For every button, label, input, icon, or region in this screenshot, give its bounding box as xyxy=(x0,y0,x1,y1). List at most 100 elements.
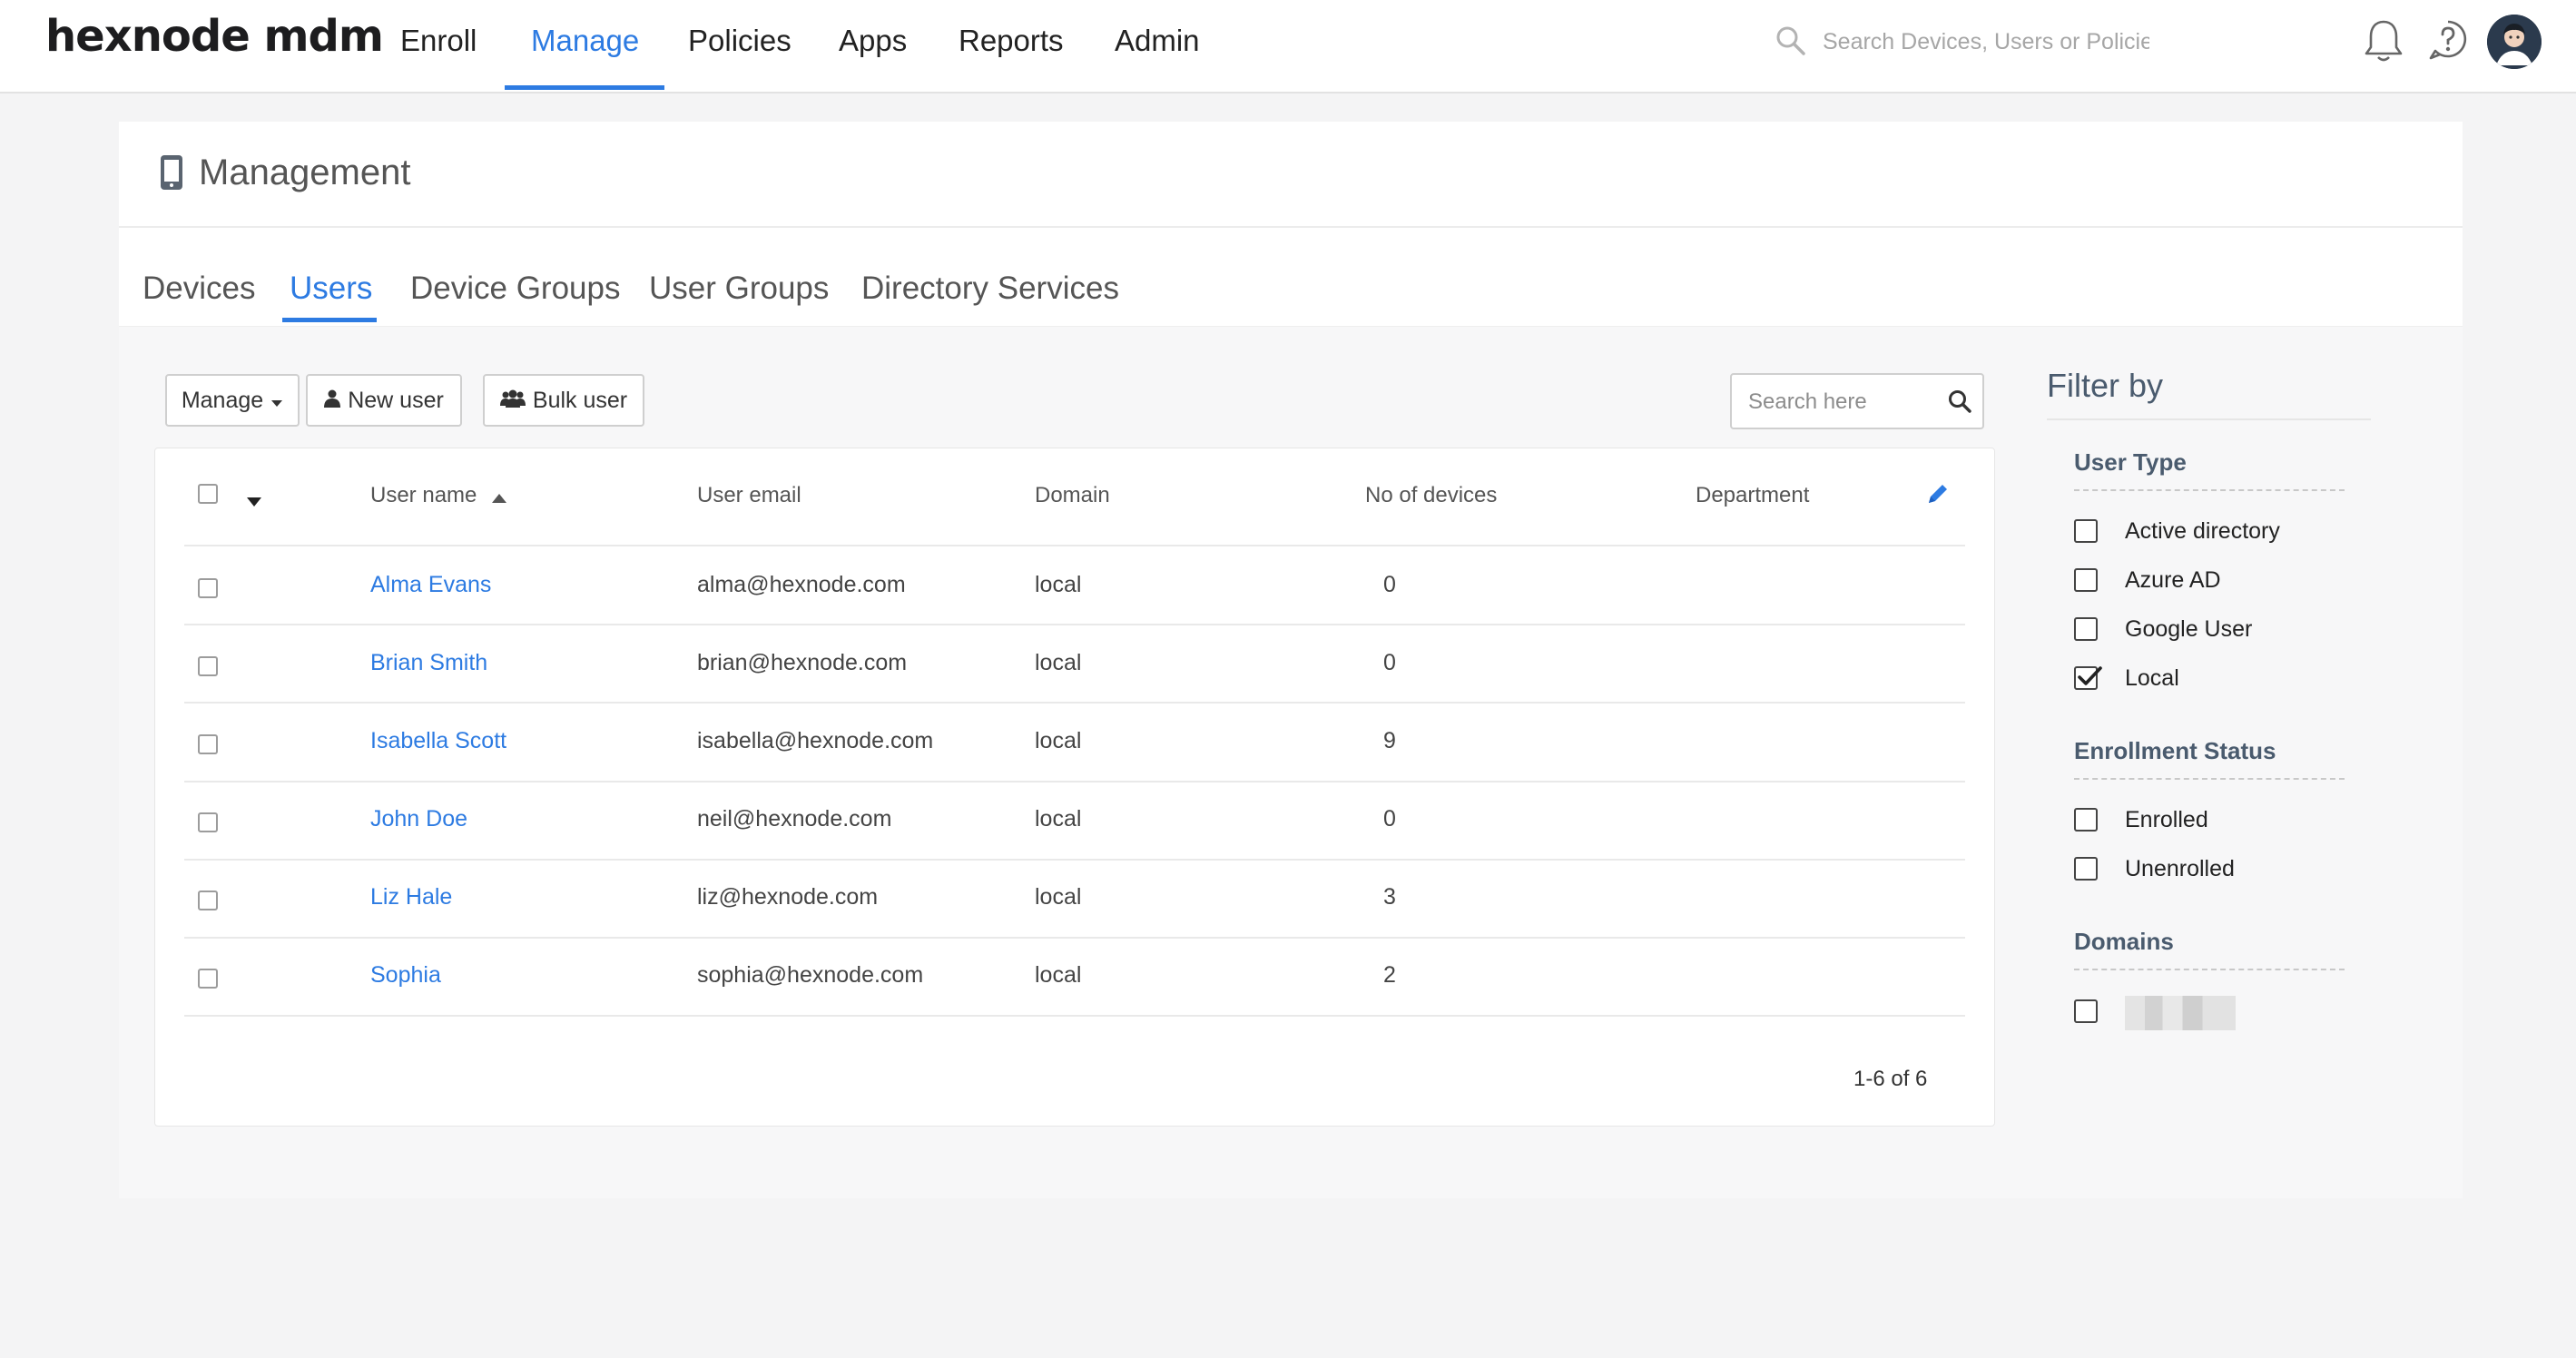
bell-icon[interactable] xyxy=(2364,18,2404,68)
column-header-user-email: User email xyxy=(697,483,801,507)
domain-cell: local xyxy=(1035,728,1082,753)
search-icon xyxy=(1775,25,1806,61)
device-count-cell: 3 xyxy=(1383,884,1396,910)
mobile-phone-icon xyxy=(159,154,184,195)
pagination-summary: 1-6 of 6 xyxy=(1853,1067,1928,1091)
device-count-cell: 9 xyxy=(1383,728,1396,753)
bulk-user-label: Bulk user xyxy=(532,387,628,413)
nav-enroll[interactable]: Enroll xyxy=(400,24,477,58)
domain-cell: local xyxy=(1035,962,1082,988)
caret-down-icon xyxy=(270,388,283,414)
user-name-link[interactable]: Liz Hale xyxy=(370,884,452,910)
hexnode-logo[interactable]: hexnode mdm xyxy=(45,11,384,62)
filter-label-unenrolled[interactable]: Unenrolled xyxy=(2125,856,2235,882)
tab-devices[interactable]: Devices xyxy=(143,271,255,307)
tab-device-groups[interactable]: Device Groups xyxy=(410,271,620,307)
active-nav-indicator xyxy=(505,85,664,90)
filter-section-enrollment-status: Enrollment Status xyxy=(2074,737,2276,764)
filter-title: Filter by xyxy=(2047,367,2164,404)
filter-section-divider xyxy=(2074,489,2345,491)
nav-admin[interactable]: Admin xyxy=(1115,24,1200,58)
management-header: Management Devices Users Device Groups U… xyxy=(119,122,2463,327)
header-divider xyxy=(119,226,2463,228)
top-navigation-bar: hexnode mdm Enroll Manage Policies Apps … xyxy=(0,0,2576,93)
row-checkbox[interactable] xyxy=(198,734,218,754)
filter-checkbox-azure-ad[interactable] xyxy=(2074,568,2098,592)
filter-section-divider xyxy=(2074,969,2345,970)
row-divider-line xyxy=(184,937,1965,939)
filter-section-domains: Domains xyxy=(2074,928,2174,955)
column-header-department: Department xyxy=(1696,483,1810,507)
nav-policies[interactable]: Policies xyxy=(688,24,791,58)
device-count-cell: 0 xyxy=(1383,806,1396,832)
new-user-label: New user xyxy=(348,387,444,413)
bulk-select-caret-icon[interactable] xyxy=(247,495,261,511)
filter-label-google-user[interactable]: Google User xyxy=(2125,616,2252,643)
filter-title-divider xyxy=(2047,418,2371,420)
domain-cell: local xyxy=(1035,572,1082,597)
user-name-link[interactable]: Alma Evans xyxy=(370,572,491,598)
tab-directory-services[interactable]: Directory Services xyxy=(861,271,1119,307)
help-icon[interactable] xyxy=(2427,18,2469,68)
user-email-cell: neil@hexnode.com xyxy=(697,806,892,832)
user-email-cell: brian@hexnode.com xyxy=(697,650,908,675)
row-checkbox[interactable] xyxy=(198,578,218,598)
user-name-header-label: User name xyxy=(370,483,477,507)
filter-section-user-type: User Type xyxy=(2074,448,2187,476)
user-name-link[interactable]: John Doe xyxy=(370,806,467,832)
filter-checkbox-local[interactable] xyxy=(2074,666,2102,690)
edit-columns-pencil-icon[interactable] xyxy=(1925,481,1951,511)
filter-label-enrolled[interactable]: Enrolled xyxy=(2125,807,2208,833)
row-checkbox[interactable] xyxy=(198,969,218,989)
table-search[interactable] xyxy=(1730,373,1984,429)
device-count-cell: 0 xyxy=(1383,572,1396,597)
device-count-cell: 2 xyxy=(1383,962,1396,988)
filter-label-azure-ad[interactable]: Azure AD xyxy=(2125,567,2221,594)
nav-apps[interactable]: Apps xyxy=(839,24,907,58)
global-search-input[interactable] xyxy=(1823,25,2149,58)
column-header-no-of-devices: No of devices xyxy=(1365,483,1498,507)
nav-reports[interactable]: Reports xyxy=(959,24,1064,58)
device-count-cell: 0 xyxy=(1383,650,1396,675)
row-divider-line xyxy=(184,781,1965,782)
global-search[interactable] xyxy=(1775,24,2157,60)
user-name-link[interactable]: Sophia xyxy=(370,962,441,989)
user-name-link[interactable]: Brian Smith xyxy=(370,650,487,676)
tab-users[interactable]: Users xyxy=(290,271,372,307)
row-checkbox[interactable] xyxy=(198,891,218,910)
row-divider-line xyxy=(184,624,1965,625)
row-checkbox[interactable] xyxy=(198,812,218,832)
tab-user-groups[interactable]: User Groups xyxy=(649,271,829,307)
users-table-panel xyxy=(154,448,1995,1127)
new-user-button[interactable]: New user xyxy=(306,374,462,427)
manage-dropdown-button[interactable]: Manage xyxy=(165,374,300,427)
filter-checkbox-unenrolled[interactable] xyxy=(2074,857,2098,881)
header-divider-line xyxy=(184,545,1965,546)
user-avatar[interactable] xyxy=(2487,15,2542,69)
filter-checkbox-domain[interactable] xyxy=(2074,999,2098,1023)
user-email-cell: isabella@hexnode.com xyxy=(697,728,934,753)
user-email-cell: sophia@hexnode.com xyxy=(697,962,924,988)
filter-section-divider xyxy=(2074,778,2345,780)
bulk-user-button[interactable]: Bulk user xyxy=(483,374,644,427)
row-divider-line xyxy=(184,1015,1965,1017)
search-icon[interactable] xyxy=(1948,389,1971,418)
column-header-user-name[interactable]: User name xyxy=(370,483,507,509)
user-email-cell: liz@hexnode.com xyxy=(697,884,879,910)
row-checkbox[interactable] xyxy=(198,656,218,676)
sort-ascending-icon xyxy=(492,484,507,509)
page-title: Management xyxy=(199,153,411,192)
filter-label-active-directory[interactable]: Active directory xyxy=(2125,518,2280,545)
domain-cell: local xyxy=(1035,806,1082,832)
filter-checkbox-enrolled[interactable] xyxy=(2074,808,2098,832)
filter-label-local[interactable]: Local xyxy=(2125,665,2179,692)
filter-checkbox-active-directory[interactable] xyxy=(2074,519,2098,543)
user-name-link[interactable]: Isabella Scott xyxy=(370,728,506,754)
nav-manage[interactable]: Manage xyxy=(531,24,639,58)
filter-checkbox-google-user[interactable] xyxy=(2074,617,2098,641)
select-all-checkbox[interactable] xyxy=(198,484,218,504)
user-icon xyxy=(324,388,341,414)
table-search-input[interactable] xyxy=(1748,387,1930,418)
domain-cell: local xyxy=(1035,884,1082,910)
domain-cell: local xyxy=(1035,650,1082,675)
